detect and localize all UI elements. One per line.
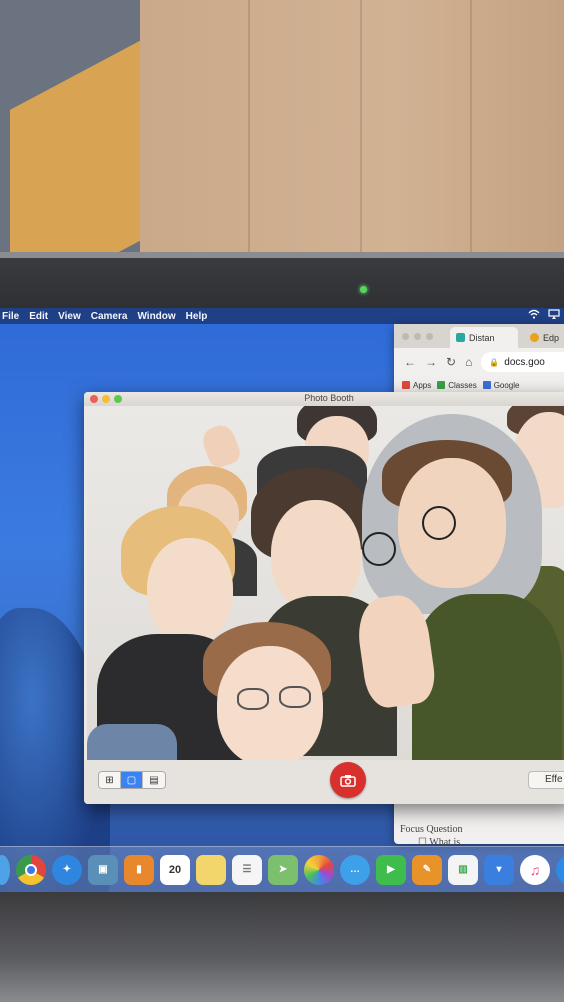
bookmark-label: Classes	[448, 380, 477, 390]
classroom-icon	[437, 381, 446, 389]
menu-bar: File Edit View Camera Window Help	[0, 308, 564, 324]
browser-toolbar: ← → ↻ ⌂ 🔒 docs.goo	[394, 348, 564, 376]
google-docs-icon	[482, 381, 491, 389]
reminders-icon[interactable]: ☰	[232, 854, 262, 885]
edpuzzle-icon	[530, 333, 539, 342]
lock-icon: 🔒	[489, 357, 500, 367]
classroom-icon	[456, 333, 465, 342]
bookmark-label: Google	[493, 380, 520, 390]
ibooks-icon[interactable]: ▮	[124, 854, 154, 885]
wall	[140, 0, 564, 252]
airplay-icon[interactable]	[548, 309, 560, 322]
photo-booth-toolbar: ⊞ ▢ ▤ Effe	[84, 760, 564, 804]
browser-tab-2[interactable]: Edp	[524, 327, 564, 348]
wall-poster	[0, 0, 160, 310]
minimize-icon[interactable]	[414, 333, 421, 340]
bookmark-classes[interactable]: Classes	[437, 380, 477, 390]
menu-window[interactable]: Window	[137, 311, 175, 322]
bookmark-apps[interactable]: Apps	[402, 381, 431, 390]
close-icon[interactable]	[402, 333, 409, 340]
effects-button[interactable]: Effe	[528, 771, 564, 789]
facetime-icon[interactable]: ▶	[376, 854, 406, 885]
keynote-icon[interactable]: ▾	[484, 854, 514, 885]
menu-edit[interactable]: Edit	[29, 311, 48, 322]
photo-booth-titlebar: Photo Booth	[84, 392, 564, 406]
zoom-icon[interactable]	[426, 333, 433, 340]
laptop-bezel	[0, 252, 564, 310]
tab-label: Distan	[469, 332, 495, 343]
photo-booth-window: Photo Booth ⊞ ▢ ▤ Effe	[84, 392, 564, 804]
finder-icon[interactable]	[0, 854, 10, 885]
pages-icon[interactable]: ✎	[412, 854, 442, 885]
webcam-indicator-icon	[360, 286, 367, 293]
menu-view[interactable]: View	[58, 311, 81, 322]
bookmark-label: Apps	[413, 380, 432, 390]
calendar-date: 20	[168, 863, 182, 876]
browser-tab-strip: Distan Edp	[394, 324, 564, 348]
back-arrow-icon[interactable]: ←	[404, 355, 416, 369]
menu-camera[interactable]: Camera	[91, 311, 128, 322]
maps-icon[interactable]: ➤	[268, 854, 298, 885]
itunes-icon[interactable]: ♫	[520, 854, 550, 885]
reload-icon[interactable]: ↻	[446, 355, 456, 369]
room-background	[0, 0, 564, 310]
photos-icon[interactable]	[304, 854, 334, 885]
app-store-icon[interactable]: A	[556, 854, 564, 885]
window-title: Photo Booth	[304, 393, 354, 403]
tab-label: Edp	[543, 332, 560, 343]
numbers-icon[interactable]: ▥	[448, 854, 478, 885]
bookmark-google[interactable]: Google	[482, 380, 520, 390]
apps-grid-icon	[402, 381, 410, 389]
menu-file[interactable]: File	[2, 311, 19, 322]
notes-icon[interactable]	[196, 854, 226, 885]
calendar-icon[interactable]: 20	[160, 854, 190, 885]
preview-icon[interactable]: ▣	[88, 854, 118, 885]
forward-arrow-icon[interactable]: →	[425, 355, 437, 369]
single-view-icon[interactable]: ▢	[121, 772, 143, 788]
view-mode-selector: ⊞ ▢ ▤	[98, 771, 166, 789]
wifi-icon[interactable]	[528, 309, 540, 322]
doc-heading: Focus Question	[400, 824, 463, 835]
chrome-icon[interactable]	[16, 854, 46, 885]
camera-icon	[340, 774, 356, 787]
document-content: Focus Question ☐ What is	[400, 824, 463, 848]
home-icon[interactable]: ⌂	[465, 355, 472, 369]
laptop-screen: File Edit View Camera Window Help Distan…	[0, 308, 564, 892]
messages-icon[interactable]: …	[340, 854, 370, 885]
peace-hand	[199, 421, 243, 471]
browser-tab-1[interactable]: Distan	[450, 327, 518, 348]
safari-icon[interactable]: ✦	[52, 854, 82, 885]
laptop-base	[0, 892, 564, 1002]
url-text: docs.goo	[504, 356, 545, 368]
photo-scene: File Edit View Camera Window Help Distan…	[0, 0, 564, 1002]
menu-help[interactable]: Help	[186, 311, 208, 322]
take-photo-button[interactable]	[330, 762, 366, 798]
dock: ✦ ▣ ▮ 20 ☰ ➤ … ▶ ✎ ▥ ▾ ♫ A	[0, 846, 564, 892]
strip-view-icon[interactable]: ▤	[143, 772, 165, 788]
grid-view-icon[interactable]: ⊞	[99, 772, 121, 788]
address-bar[interactable]: 🔒 docs.goo	[481, 352, 564, 372]
camera-preview	[87, 406, 564, 760]
